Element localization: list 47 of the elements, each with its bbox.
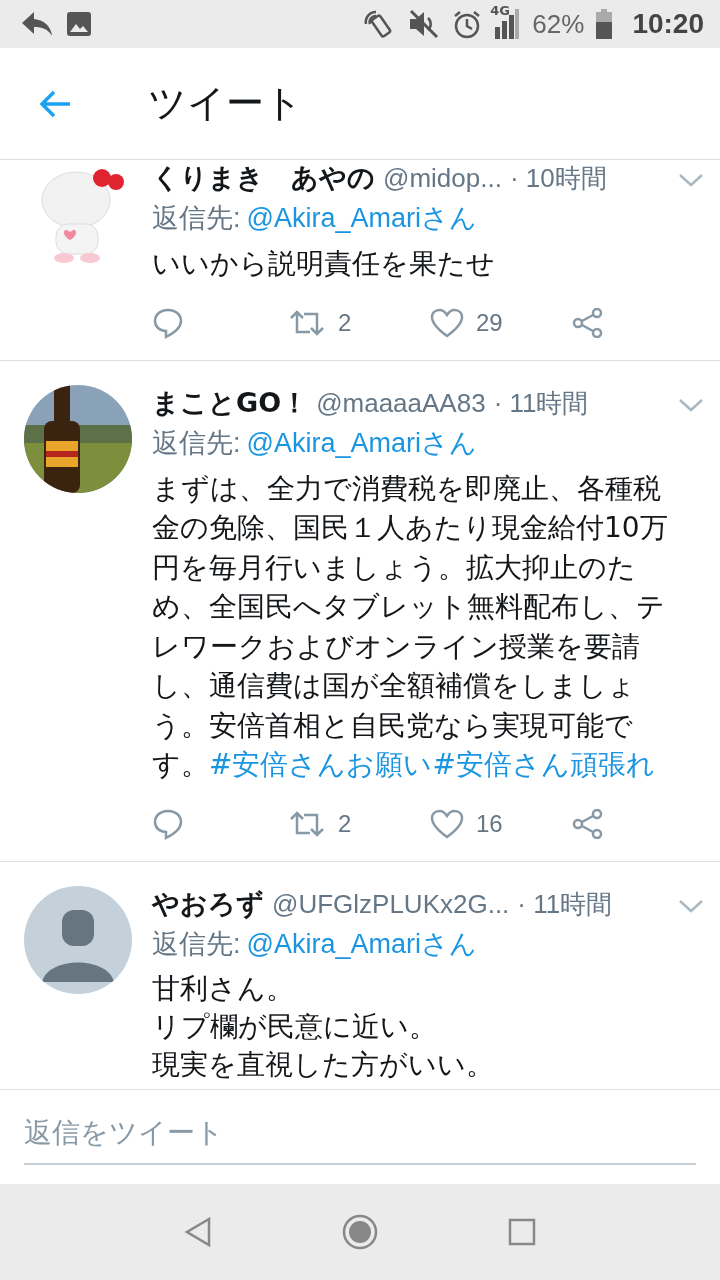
share-icon[interactable]	[572, 307, 604, 338]
reply-icon[interactable]	[152, 807, 184, 840]
battery-level: 62%	[532, 8, 585, 40]
home-icon[interactable]	[341, 1213, 379, 1251]
reply-to-link[interactable]: @Akira_Amariさん	[246, 427, 477, 458]
chevron-down-icon[interactable]	[678, 897, 704, 914]
back-icon[interactable]	[184, 1216, 213, 1248]
share-icon[interactable]	[572, 808, 604, 839]
retweet-count: 2	[338, 308, 352, 337]
retweet-count: 2	[338, 809, 352, 838]
network-type: 4G	[490, 3, 511, 18]
hashtag-link[interactable]: #安倍さんお願い	[209, 748, 433, 781]
reply-input-field[interactable]: 返信をツイート	[24, 1109, 696, 1165]
like-count: 29	[476, 308, 503, 337]
user-handle: @maaaaAA83	[316, 387, 486, 419]
reply-arrow-icon	[20, 10, 54, 38]
reply-label: 返信先:	[152, 203, 241, 233]
reply-to-link[interactable]: @Akira_Amariさん	[246, 203, 477, 233]
like-count: 16	[476, 809, 503, 838]
tweet-text: まずは、全力で消費税を即廃止、各種税金の免除、国民１人あたり現金給付10万円を毎月行いましょう。拡大抑止のため、全国民へタブレット無料配布し、テレワークおよびオンライン授業を要請し、通信費は国が全額補償をしましょう。安倍首相と自民党なら実現可能です。#安倍さんお願い#安倍さん頑張れ	[152, 470, 669, 783]
mute-icon	[408, 9, 441, 39]
battery-icon	[596, 9, 613, 39]
tweet-text: いいから説明責任を果たせ	[152, 246, 496, 282]
reply-icon[interactable]	[152, 306, 184, 339]
image-icon	[66, 11, 92, 37]
clock: 10:20	[632, 8, 704, 40]
tweet-text-line: リプ欄が民意に近い。	[152, 1008, 438, 1045]
chevron-down-icon[interactable]	[678, 172, 704, 188]
heart-icon[interactable]	[430, 808, 464, 839]
user-handle: @UFGlzPLUKx2G...	[272, 888, 510, 920]
chevron-down-icon[interactable]	[678, 396, 704, 413]
tweet-time: · 11時間	[493, 386, 589, 420]
user-name[interactable]: くりまき あやの	[152, 160, 375, 196]
tweet-time: · 10時間	[509, 162, 607, 195]
reply-label: 返信先:	[152, 928, 241, 959]
hashtag-link[interactable]: #安倍さん頑張れ	[432, 748, 655, 781]
user-name[interactable]: まことGO！	[152, 384, 309, 421]
tweet-text-line: 甘利さん。	[152, 970, 295, 1007]
reply-to-link[interactable]: @Akira_Amariさん	[246, 928, 477, 959]
user-name[interactable]: やおろず	[152, 885, 264, 922]
reply-label: 返信先:	[152, 427, 241, 458]
heart-icon[interactable]	[430, 307, 464, 338]
user-handle: @midop...	[383, 163, 502, 194]
recents-icon[interactable]	[507, 1218, 536, 1246]
page-title: ツイート	[148, 80, 303, 127]
tweet-text-line: 現実を直視した方がいい。	[152, 1046, 495, 1083]
tweet-time: · 11時間	[517, 887, 613, 921]
